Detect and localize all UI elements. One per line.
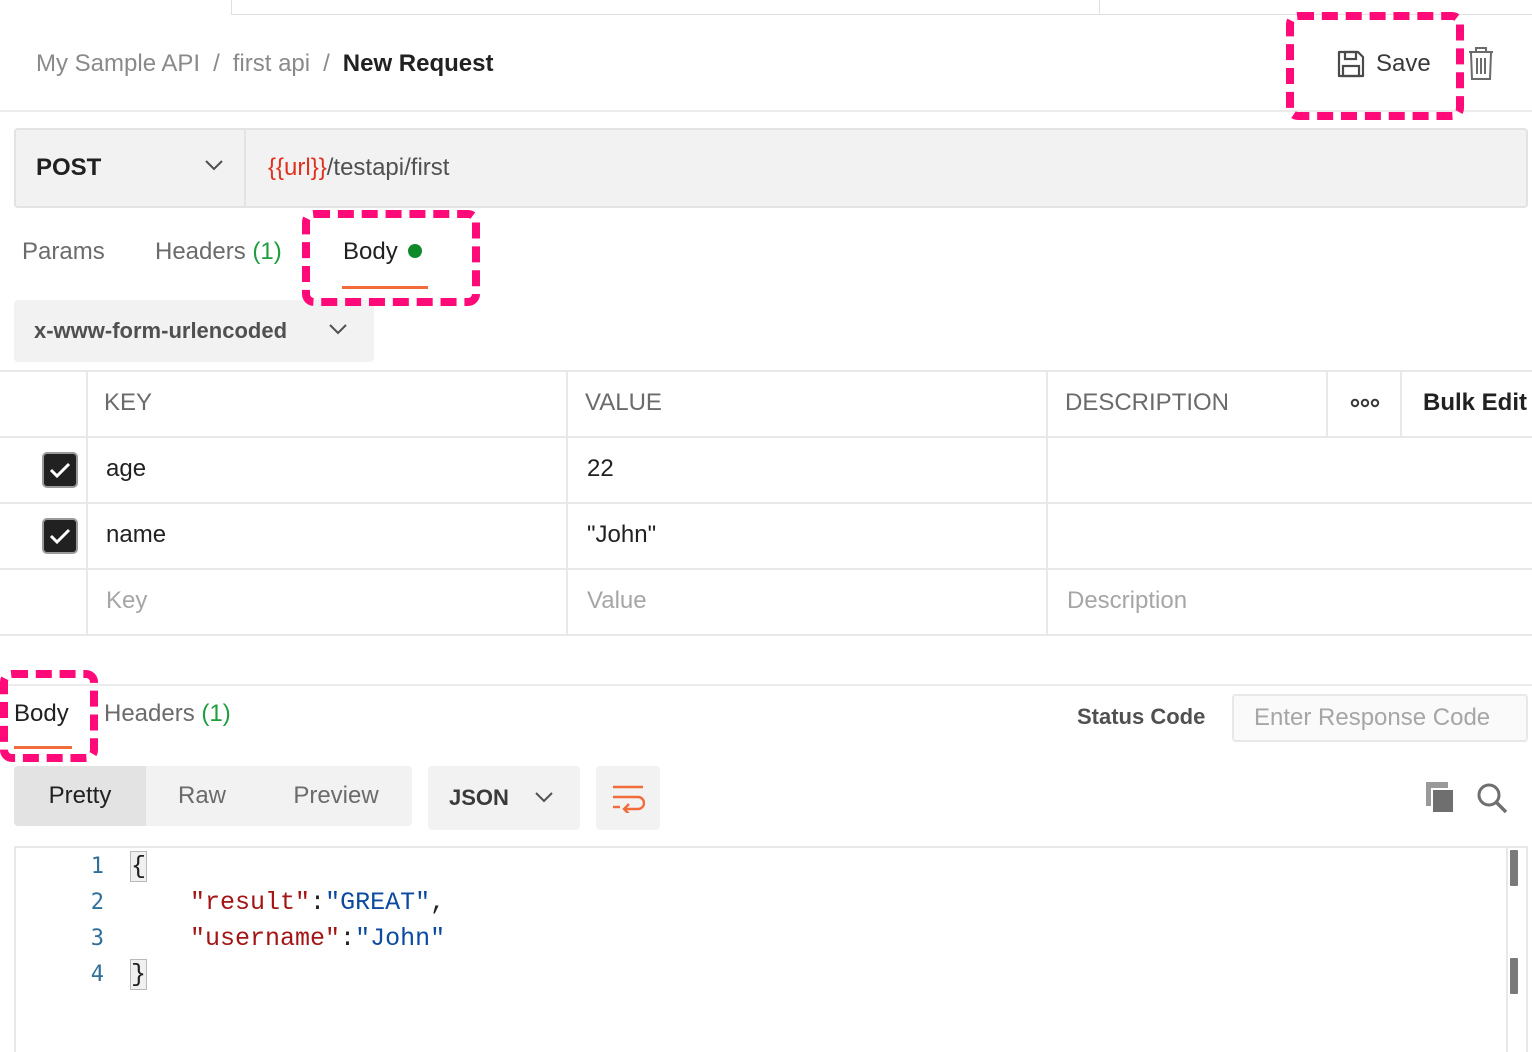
status-code-label: Status Code (1077, 704, 1206, 729)
json-value: "John" (355, 924, 446, 953)
line-number: 3 (90, 926, 104, 951)
status-code-input[interactable]: Enter Response Code (1232, 694, 1528, 742)
chevron-down-icon (205, 160, 223, 171)
body-type-select[interactable]: x-www-form-urlencoded (14, 300, 374, 362)
new-key-input[interactable]: Key (106, 568, 147, 634)
column-header-description: DESCRIPTION (1065, 389, 1230, 416)
wrap-lines-button[interactable] (596, 766, 660, 830)
json-key: "result" (190, 888, 311, 917)
scrollbar-thumb[interactable] (1510, 850, 1518, 886)
code-line: "result":"GREAT", (190, 888, 446, 917)
breadcrumb-separator: / (213, 50, 220, 77)
open-brace: { (130, 851, 148, 882)
row-key[interactable]: age (106, 436, 146, 502)
highlight-box-body-tab (302, 210, 480, 306)
breadcrumb-collection[interactable]: My Sample API (36, 50, 200, 78)
tab-params-label: Params (22, 238, 105, 265)
view-raw-button[interactable]: Raw (162, 766, 242, 826)
request-name[interactable]: New Request (343, 50, 494, 78)
json-value: "GREAT" (325, 888, 431, 917)
body-type-label: x-www-form-urlencoded (34, 318, 288, 343)
breadcrumb-folder[interactable]: first api (233, 50, 310, 78)
row-enabled-checkbox[interactable] (42, 518, 78, 554)
method-select[interactable]: POST (16, 130, 246, 206)
url-path: /testapi/first (326, 154, 450, 181)
line-number-gutter: 1 2 3 4 (16, 848, 116, 1052)
copy-button[interactable] (1422, 780, 1458, 816)
new-value-input[interactable]: Value (587, 568, 647, 634)
trash-icon (1469, 47, 1493, 80)
line-number: 2 (90, 890, 104, 915)
search-icon (1477, 783, 1508, 814)
tab-headers-label: Headers (155, 238, 246, 265)
view-mode-toggle: Pretty Raw Preview (14, 766, 412, 826)
vertical-scrollbar-track[interactable] (1506, 848, 1508, 1052)
bulk-edit-button[interactable]: Bulk Edit (1423, 370, 1527, 436)
more-options-button[interactable] (1348, 370, 1382, 436)
search-button[interactable] (1474, 780, 1510, 816)
json-key: "username" (190, 924, 341, 953)
params-table: KEY VALUE DESCRIPTION Bulk Edit age 22 n… (0, 370, 1532, 636)
chevron-down-icon (535, 792, 553, 803)
highlight-box-save (1286, 12, 1464, 120)
tab-headers[interactable]: Headers (1) (155, 238, 282, 266)
row-enabled-checkbox[interactable] (42, 452, 78, 488)
checkmark-icon (49, 528, 71, 545)
language-select[interactable]: JSON (428, 766, 580, 830)
headers-count-badge: (1) (252, 238, 282, 265)
language-label: JSON (449, 785, 509, 810)
copy-icon (1426, 782, 1455, 814)
tab-params[interactable]: Params (22, 238, 105, 266)
row-value[interactable]: 22 (587, 436, 614, 502)
view-preview-button[interactable]: Preview (284, 766, 388, 826)
response-body-editor[interactable]: 1 2 3 4 { "result":"GREAT", "username":"… (14, 846, 1528, 1052)
close-brace: } (130, 959, 148, 990)
column-header-key: KEY (104, 389, 153, 416)
code-line: } (130, 959, 148, 990)
highlight-box-response-body-tab (0, 670, 98, 762)
url-variable: {{url}} (268, 154, 327, 181)
code-line: { (130, 851, 148, 882)
line-number: 1 (90, 854, 104, 879)
view-pretty-button[interactable]: Pretty (14, 766, 146, 826)
more-options-icon (1350, 398, 1380, 408)
scrollbar-thumb[interactable] (1510, 958, 1518, 994)
wrap-lines-icon (613, 785, 645, 813)
breadcrumb-separator: / (323, 50, 330, 77)
url-bar: POST {{url}}/testapi/first (14, 128, 1528, 208)
method-label: POST (36, 154, 102, 181)
checkmark-icon (49, 462, 71, 479)
response-tab-headers[interactable]: Headers (1) (104, 700, 231, 728)
code-line: "username":"John" (190, 924, 446, 953)
row-value[interactable]: "John" (587, 502, 656, 568)
breadcrumb: My Sample API / first api / New Request (36, 46, 493, 82)
chevron-down-icon (329, 324, 347, 335)
new-description-input[interactable]: Description (1067, 568, 1187, 634)
line-number: 4 (90, 962, 104, 987)
delete-button[interactable] (1466, 46, 1496, 82)
row-key[interactable]: name (106, 502, 166, 568)
headers-count-badge: (1) (201, 700, 231, 727)
response-divider (0, 684, 1532, 686)
column-header-value: VALUE (585, 389, 662, 416)
url-input[interactable]: {{url}}/testapi/first (268, 130, 449, 206)
response-tab-headers-label: Headers (104, 700, 195, 727)
